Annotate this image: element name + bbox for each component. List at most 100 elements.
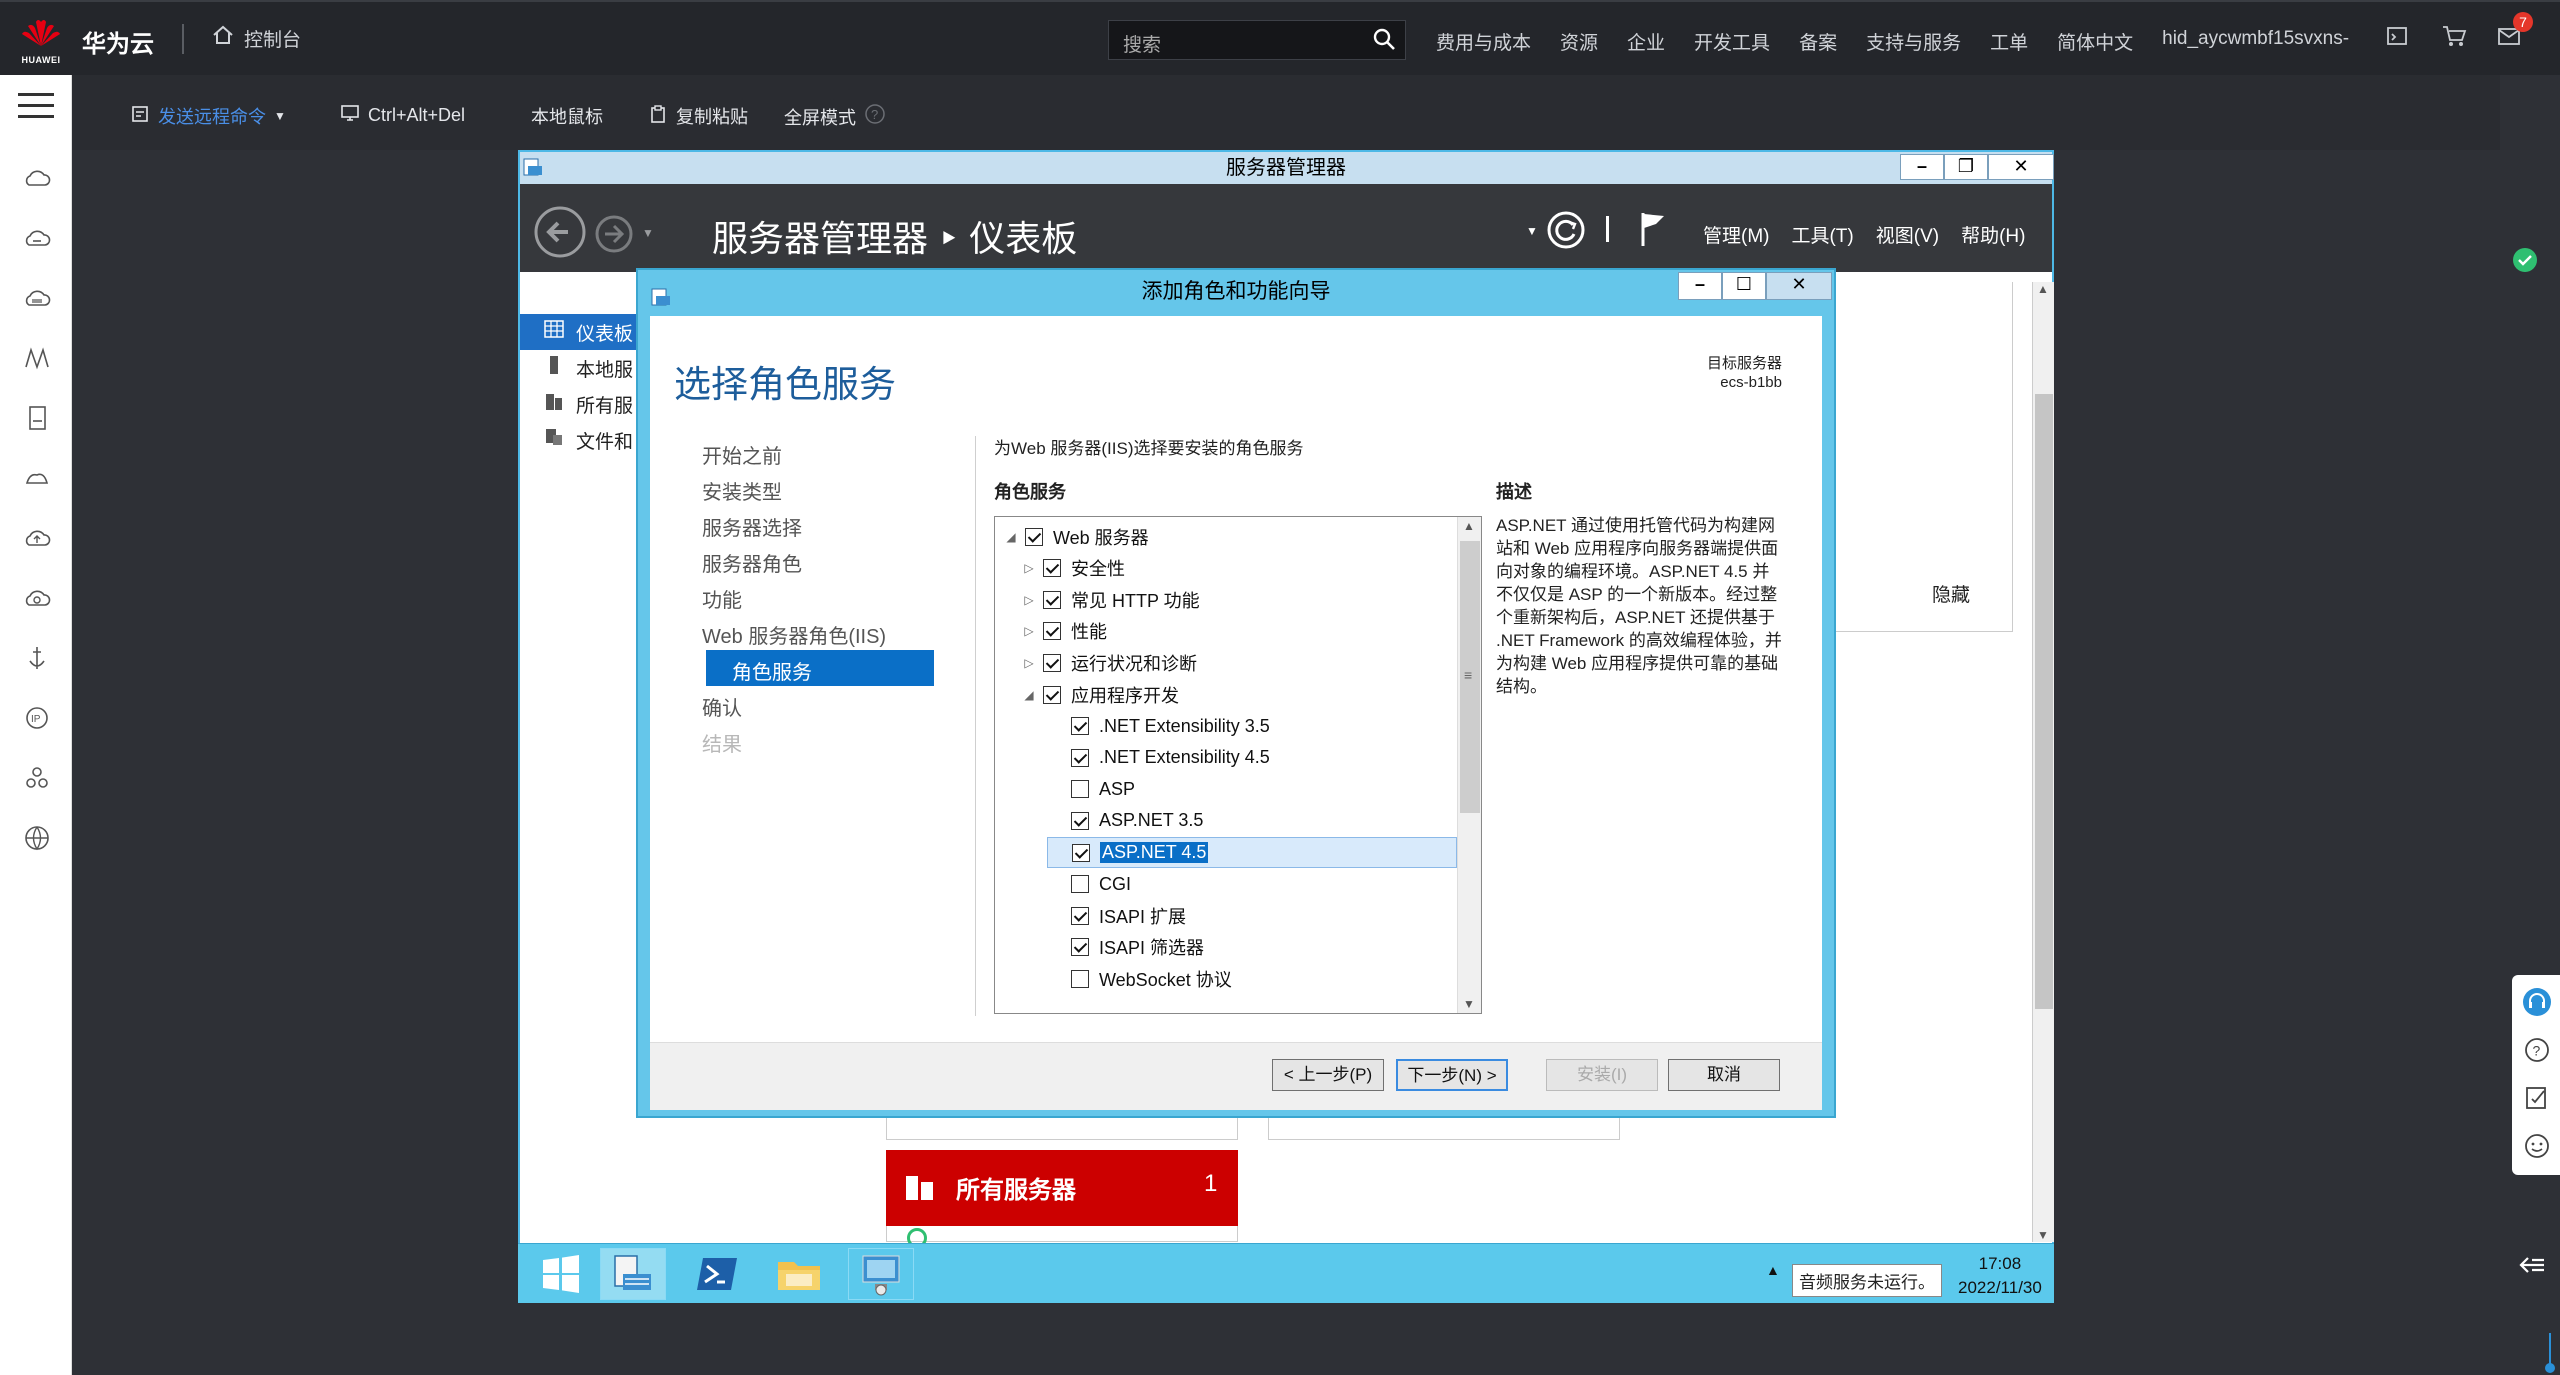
forward-arrow-icon[interactable] xyxy=(594,214,634,259)
next-button[interactable]: 下一步(N) > xyxy=(1396,1059,1508,1091)
role-checkbox[interactable] xyxy=(1043,622,1061,641)
menu-icon[interactable] xyxy=(18,93,54,123)
taskbar-powershell[interactable] xyxy=(684,1248,750,1300)
customer-service-icon[interactable] xyxy=(2522,987,2552,1022)
previous-button[interactable]: < 上一步(P) xyxy=(1272,1059,1384,1091)
server-manager-scrollbar[interactable]: ▲ ▼ xyxy=(2032,282,2054,1242)
tree-scroll-down-icon[interactable]: ▼ xyxy=(1463,997,1475,1011)
refresh-icon[interactable] xyxy=(1546,210,1586,255)
restore-button[interactable]: ❐ xyxy=(1944,154,1988,180)
cloud-storage-icon[interactable] xyxy=(22,223,52,253)
nav-link-support[interactable]: 支持与服务 xyxy=(1866,28,1961,55)
console-home-link[interactable]: 控制台 xyxy=(212,24,301,52)
cart-icon[interactable] xyxy=(2441,24,2467,52)
role-checkbox[interactable] xyxy=(1043,559,1061,578)
document-icon[interactable] xyxy=(22,403,52,433)
local-mouse-toggle[interactable]: 本地鼠标 xyxy=(531,103,603,129)
menu-manage[interactable]: 管理(M) xyxy=(1703,221,1769,248)
expander-toggle-icon[interactable]: ▷ xyxy=(1021,593,1037,607)
cancel-button[interactable]: 取消 xyxy=(1668,1059,1780,1091)
copy-paste-button[interactable]: 复制粘贴 xyxy=(648,103,748,129)
tree-row[interactable]: ASP.NET 3.5 xyxy=(995,805,1457,836)
tree-row[interactable]: ASP xyxy=(995,774,1457,805)
globe-icon[interactable] xyxy=(22,823,52,853)
tree-row[interactable]: CGI xyxy=(995,869,1457,900)
nav-local-server[interactable]: 本地服 xyxy=(520,350,650,386)
tree-scroll-up-icon[interactable]: ▲ xyxy=(1463,519,1475,533)
tree-row[interactable]: .NET Extensibility 4.5 xyxy=(995,742,1457,773)
ip-icon[interactable]: IP xyxy=(22,703,52,733)
tree-row[interactable]: .NET Extensibility 3.5 xyxy=(995,711,1457,742)
ctrl-alt-del-button[interactable]: Ctrl+Alt+Del xyxy=(340,103,465,128)
breadcrumb-dropdown-icon[interactable]: ▼ xyxy=(1526,224,1538,238)
huawei-logo[interactable]: HUAWEI xyxy=(16,16,66,65)
role-checkbox[interactable] xyxy=(1043,653,1061,672)
expander-toggle-icon[interactable]: ▷ xyxy=(1021,624,1037,638)
taskbar-remote-app[interactable] xyxy=(848,1248,914,1300)
help-circle-icon[interactable]: ? xyxy=(864,103,886,130)
expander-toggle-icon[interactable]: ◢ xyxy=(1021,688,1037,702)
role-checkbox[interactable] xyxy=(1025,527,1043,546)
nav-all-servers[interactable]: 所有服 xyxy=(520,386,650,422)
taskbar-file-explorer[interactable] xyxy=(766,1248,832,1300)
tree-row[interactable]: ▷ 安全性 xyxy=(995,553,1457,584)
expander-toggle-icon[interactable]: ◢ xyxy=(1003,530,1019,544)
tree-row[interactable]: ▷ 运行状况和诊断 xyxy=(995,647,1457,678)
nav-link-language[interactable]: 简体中文 xyxy=(2057,28,2133,55)
scroll-down-icon[interactable]: ▼ xyxy=(2037,1228,2049,1242)
nav-link-billing[interactable]: 费用与成本 xyxy=(1436,28,1531,55)
tree-row[interactable]: ISAPI 扩展 xyxy=(995,900,1457,931)
satisfaction-icon[interactable] xyxy=(2524,1133,2550,1164)
send-remote-command-dropdown[interactable]: 发送远程命令 ▼ xyxy=(130,103,286,129)
role-checkbox[interactable] xyxy=(1071,969,1089,988)
tree-row[interactable]: ◢ 应用程序开发 xyxy=(995,679,1457,710)
terminal-icon[interactable] xyxy=(2385,24,2411,52)
show-hidden-icons-icon[interactable]: ▲ xyxy=(1766,1262,1780,1278)
tree-scrollbar[interactable]: ▲ ≡ ▼ xyxy=(1457,517,1481,1013)
tree-row[interactable]: ▷ 性能 xyxy=(995,616,1457,647)
step-before-you-begin[interactable]: 开始之前 xyxy=(702,440,782,469)
nav-dashboard[interactable]: 仪表板 xyxy=(520,314,650,350)
expander-toggle-icon[interactable]: ▷ xyxy=(1021,656,1037,670)
step-server-selection[interactable]: 服务器选择 xyxy=(702,512,802,541)
role-checkbox[interactable] xyxy=(1071,811,1089,830)
expander-toggle-icon[interactable]: ▷ xyxy=(1021,561,1037,575)
cloud-database-icon[interactable] xyxy=(22,283,52,313)
role-checkbox[interactable] xyxy=(1071,780,1089,799)
step-confirmation[interactable]: 确认 xyxy=(702,692,742,721)
role-checkbox[interactable] xyxy=(1071,748,1089,767)
nav-link-icp[interactable]: 备案 xyxy=(1799,28,1837,55)
scroll-up-icon[interactable]: ▲ xyxy=(2037,282,2049,296)
role-checkbox[interactable] xyxy=(1071,938,1089,957)
nav-link-tickets[interactable]: 工单 xyxy=(1990,28,2028,55)
step-installation-type[interactable]: 安装类型 xyxy=(702,476,782,505)
wizard-close-button[interactable]: ✕ xyxy=(1766,272,1832,300)
wizard-maximize-button[interactable]: ☐ xyxy=(1722,272,1766,300)
close-button[interactable]: ✕ xyxy=(1988,154,2054,180)
taskbar-clock[interactable]: 17:08 2022/11/30 xyxy=(1958,1252,2042,1300)
step-features[interactable]: 功能 xyxy=(702,584,742,613)
nav-link-account[interactable]: hid_aycwmbf15svxns- xyxy=(2162,28,2349,55)
nav-link-enterprise[interactable]: 企业 xyxy=(1627,28,1665,55)
tree-row[interactable]: ◢ Web 服务器 xyxy=(995,521,1457,552)
role-checkbox[interactable] xyxy=(1072,843,1090,862)
anchor-icon[interactable] xyxy=(22,643,52,673)
feedback-icon[interactable] xyxy=(2524,1085,2550,1116)
search-input[interactable]: 搜索 xyxy=(1108,20,1406,60)
role-checkbox[interactable] xyxy=(1043,590,1061,609)
nav-link-resources[interactable]: 资源 xyxy=(1560,28,1598,55)
back-arrow-icon[interactable] xyxy=(534,206,586,263)
notification-flag-icon[interactable] xyxy=(1638,210,1668,253)
step-role-services[interactable]: 角色服务 xyxy=(706,650,934,686)
collapse-panel-icon[interactable] xyxy=(2518,1253,2546,1282)
step-web-server-role[interactable]: Web 服务器角色(IIS) xyxy=(702,620,886,649)
cloud-icon[interactable] xyxy=(22,463,52,493)
cluster-icon[interactable] xyxy=(22,763,52,793)
minimize-button[interactable]: – xyxy=(1900,154,1944,180)
cloud-server-icon[interactable] xyxy=(22,163,52,193)
cloud-upload-icon[interactable] xyxy=(22,523,52,553)
history-dropdown-icon[interactable]: ▼ xyxy=(642,226,654,240)
wizard-minimize-button[interactable]: – xyxy=(1678,272,1722,300)
cloud-sync-icon[interactable] xyxy=(22,583,52,613)
role-checkbox[interactable] xyxy=(1043,685,1061,704)
